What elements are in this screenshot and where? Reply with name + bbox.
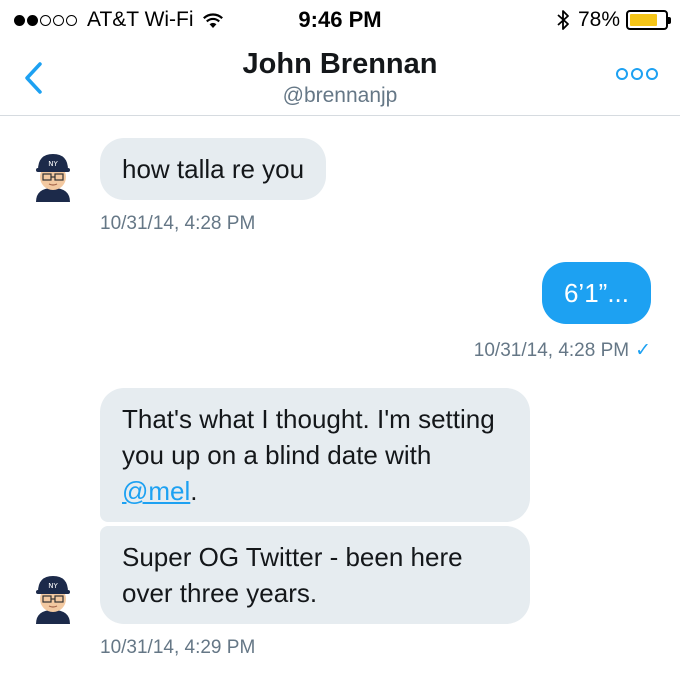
received-message-bubble[interactable]: how talla re you bbox=[100, 138, 327, 200]
bluetooth-icon bbox=[557, 10, 569, 30]
avatar[interactable]: NY bbox=[30, 150, 76, 202]
contact-handle[interactable]: @brennanjp bbox=[0, 84, 680, 108]
battery-icon bbox=[626, 10, 671, 30]
more-options-button[interactable] bbox=[613, 68, 658, 80]
received-message-bubble[interactable]: Super OG Twitter - been here over three … bbox=[100, 526, 530, 624]
mention-link[interactable]: @mel bbox=[122, 476, 190, 506]
read-check-icon: ✓ bbox=[635, 340, 651, 361]
contact-name[interactable]: John Brennan bbox=[0, 48, 680, 81]
sent-message-bubble[interactable]: 6’1”... bbox=[541, 262, 651, 324]
status-right: 78% bbox=[557, 8, 671, 32]
more-dots-icon bbox=[616, 68, 628, 80]
conversation-header: John Brennan @brennanjp bbox=[0, 40, 680, 116]
svg-text:NY: NY bbox=[48, 582, 58, 590]
message-timestamp-row: 10/31/14, 4:28 PM ✓ bbox=[474, 339, 651, 362]
battery-level-fill bbox=[630, 14, 657, 26]
status-bar: AT&T Wi-Fi 9:46 PM 78% bbox=[0, 0, 680, 40]
svg-text:NY: NY bbox=[48, 160, 58, 168]
avatar[interactable]: NY bbox=[30, 572, 76, 624]
message-text: That's what I thought. I'm setting you u… bbox=[122, 404, 495, 470]
message-timestamp: 10/31/14, 4:28 PM bbox=[100, 213, 256, 234]
message-text-end: . bbox=[190, 476, 198, 506]
battery-percentage: 78% bbox=[577, 8, 620, 31]
message-timestamp: 10/31/14, 4:29 PM bbox=[100, 637, 256, 658]
received-message-bubble[interactable]: That's what I thought. I'm setting you u… bbox=[100, 388, 530, 522]
message-timestamp: 10/31/14, 4:28 PM bbox=[473, 340, 630, 361]
